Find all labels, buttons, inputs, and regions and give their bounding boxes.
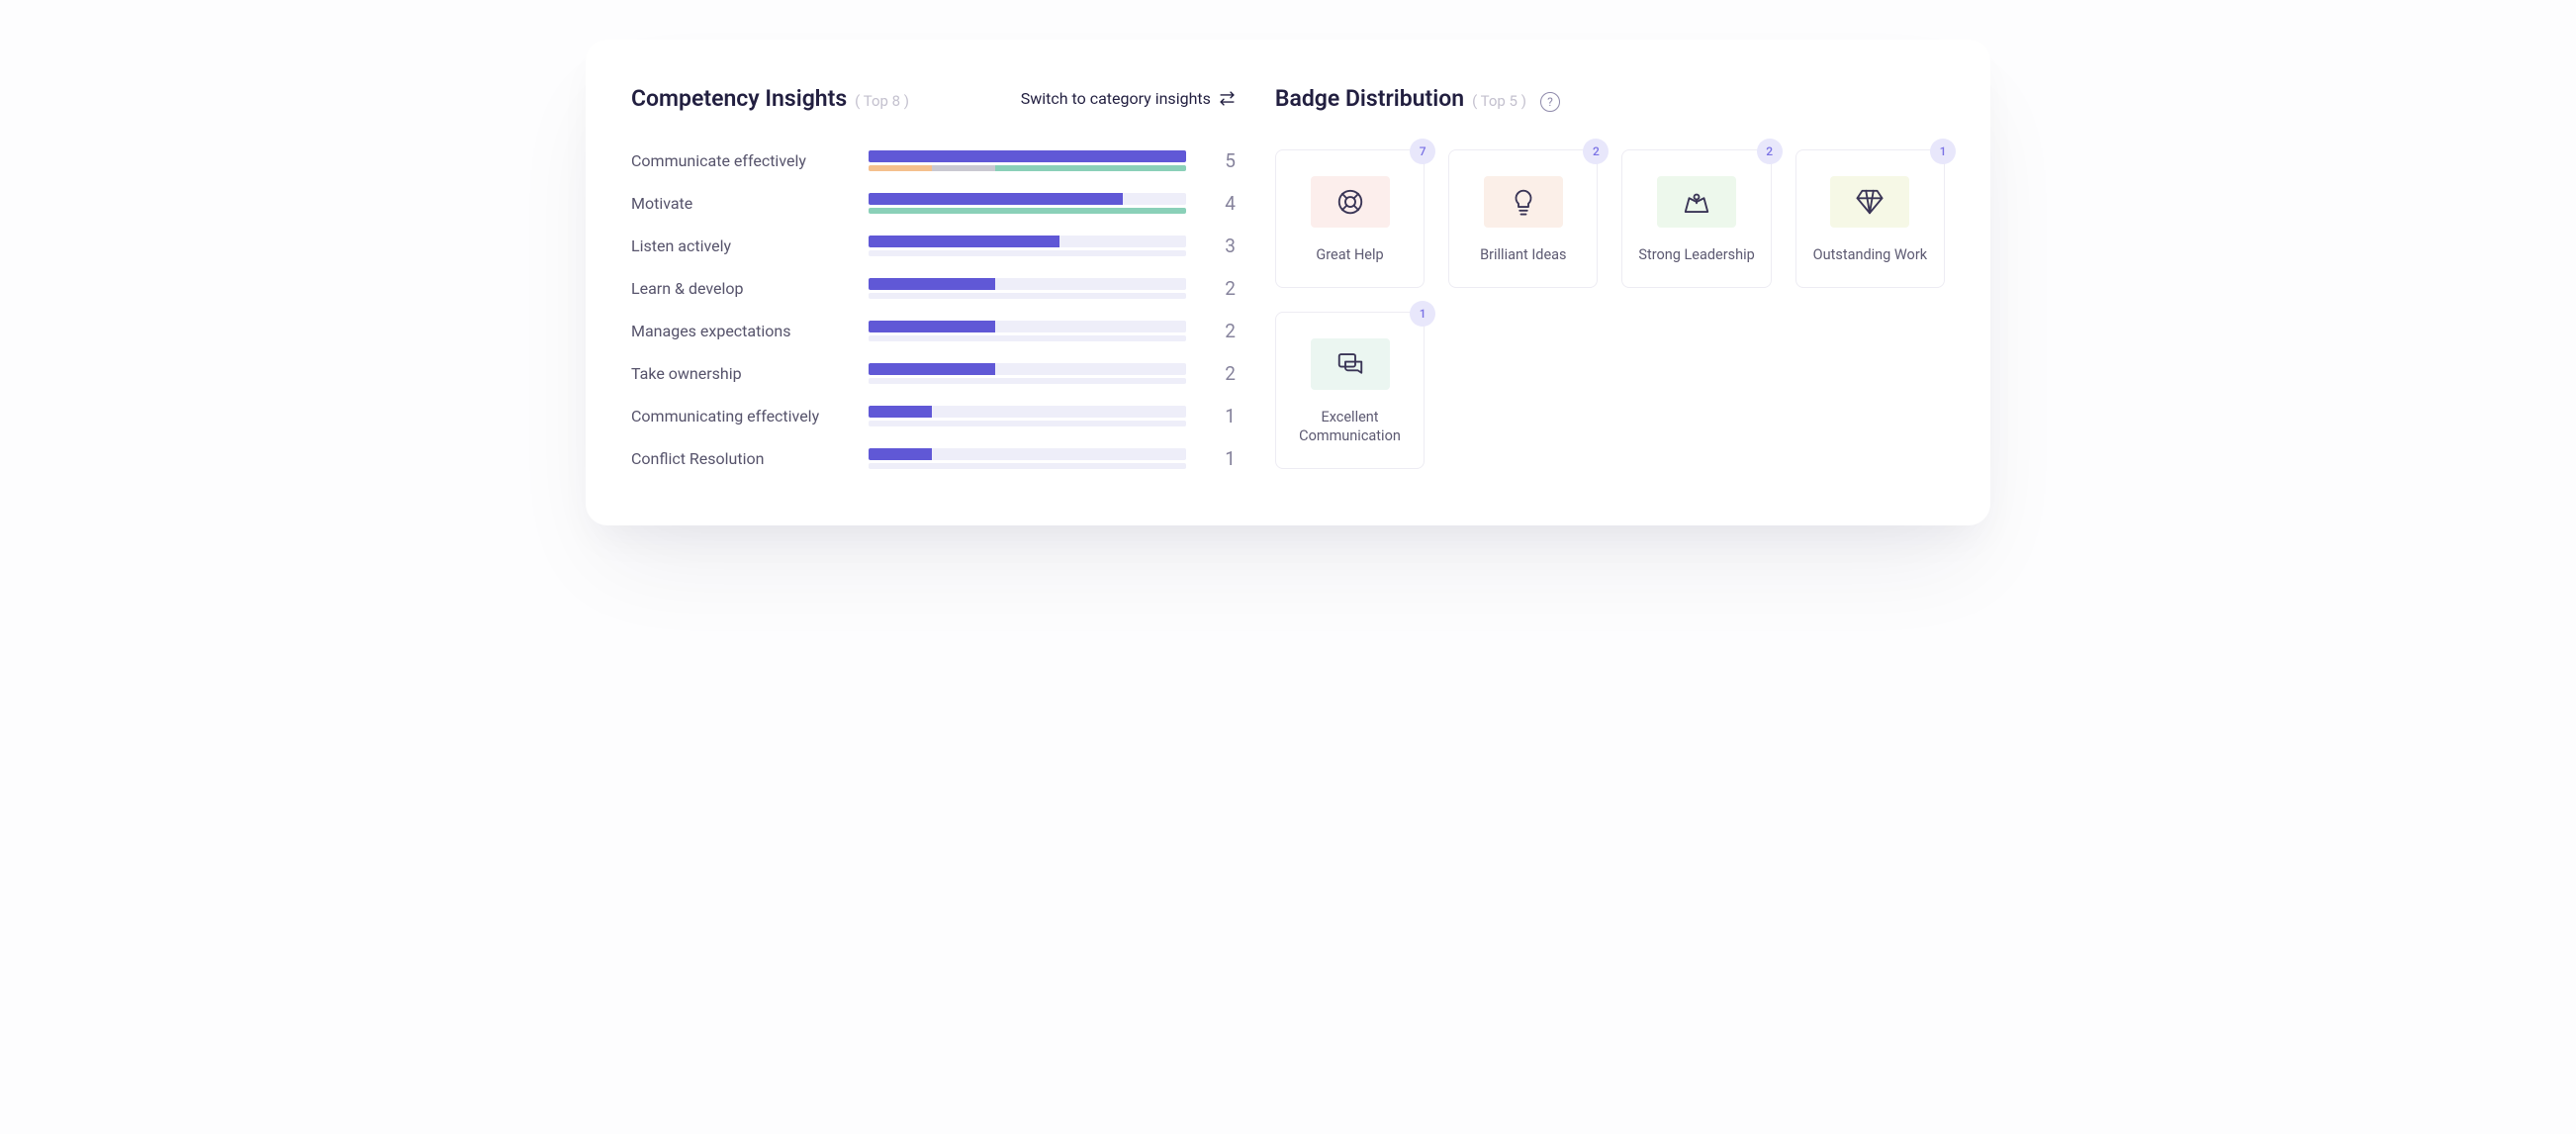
- badge-count: 7: [1410, 139, 1435, 164]
- badge-card[interactable]: 7Great Help: [1275, 149, 1425, 288]
- bulb-icon: [1484, 176, 1563, 228]
- badge-label: Outstanding Work: [1813, 245, 1927, 265]
- competency-bar-sub: [869, 165, 1186, 171]
- competency-bar-fill: [869, 448, 932, 460]
- competency-bar-fill: [869, 406, 932, 418]
- competency-bar-sub-seg: [932, 165, 995, 171]
- competency-row: Communicating effectively 1: [631, 405, 1236, 427]
- competency-title: Competency Insights: [631, 85, 847, 112]
- badge-count: 2: [1757, 139, 1783, 164]
- competency-bar-fill: [869, 321, 995, 332]
- badge-count: 1: [1930, 139, 1956, 164]
- competency-title-wrap: Competency Insights ( Top 8 ): [631, 85, 909, 112]
- competency-label: Conflict Resolution: [631, 449, 849, 468]
- badge-title-wrap: Badge Distribution ( Top 5 ) ?: [1275, 85, 1560, 112]
- competency-label: Take ownership: [631, 364, 849, 383]
- chat-icon: [1311, 338, 1390, 390]
- badge-grid: 7Great Help2Brilliant Ideas2Strong Leade…: [1275, 149, 1945, 469]
- badge-subtitle: ( Top 5 ): [1472, 92, 1526, 110]
- badge-count: 1: [1410, 301, 1435, 327]
- competency-value: 2: [1206, 320, 1236, 342]
- competency-bar-sub: [869, 378, 1186, 384]
- competency-bar-sub: [869, 293, 1186, 299]
- competency-bars: [869, 406, 1186, 426]
- badge-label: Strong Leadership: [1638, 245, 1754, 265]
- competency-row: Take ownership 2: [631, 362, 1236, 385]
- competency-value: 1: [1206, 405, 1236, 427]
- competency-bar-main: [869, 448, 1186, 460]
- competency-row: Communicate effectively 5: [631, 149, 1236, 172]
- badge-label: Brilliant Ideas: [1480, 245, 1566, 265]
- competency-subtitle: ( Top 8 ): [855, 92, 909, 110]
- diamond-icon: [1830, 176, 1909, 228]
- competency-bar-main: [869, 236, 1186, 247]
- help-icon[interactable]: ?: [1540, 92, 1560, 112]
- badge-header: Badge Distribution ( Top 5 ) ?: [1275, 85, 1945, 112]
- badge-card[interactable]: 1Excellent Communication: [1275, 312, 1425, 469]
- competency-bar-sub: [869, 421, 1186, 426]
- badge-label: Excellent Communication: [1290, 408, 1410, 446]
- competency-value: 5: [1206, 149, 1236, 172]
- competency-bar-main: [869, 150, 1186, 162]
- switch-insights-link[interactable]: Switch to category insights: [1021, 89, 1236, 108]
- competency-bar-fill: [869, 363, 995, 375]
- competency-row: Motivate 4: [631, 192, 1236, 215]
- competency-header: Competency Insights ( Top 8 ) Switch to …: [631, 85, 1236, 112]
- swap-icon: [1219, 90, 1236, 107]
- competency-bar-main: [869, 278, 1186, 290]
- competency-label: Manages expectations: [631, 322, 849, 340]
- competency-list: Communicate effectively 5 Motivate 4 Listen …: [631, 149, 1236, 470]
- badge-section: Badge Distribution ( Top 5 ) ? 7Great He…: [1275, 85, 1945, 470]
- competency-value: 1: [1206, 447, 1236, 470]
- competency-bars: [869, 236, 1186, 256]
- competency-label: Communicating effectively: [631, 407, 849, 425]
- competency-value: 4: [1206, 192, 1236, 215]
- competency-value: 2: [1206, 362, 1236, 385]
- badge-card[interactable]: 2Brilliant Ideas: [1448, 149, 1598, 288]
- competency-bars: [869, 193, 1186, 214]
- competency-bars: [869, 321, 1186, 341]
- competency-bar-fill: [869, 150, 1186, 162]
- competency-row: Learn & develop 2: [631, 277, 1236, 300]
- competency-bars: [869, 278, 1186, 299]
- competency-bars: [869, 150, 1186, 171]
- map-pin-icon: [1657, 176, 1736, 228]
- competency-bars: [869, 363, 1186, 384]
- competency-row: Listen actively 3: [631, 235, 1236, 257]
- lifebuoy-icon: [1311, 176, 1390, 228]
- competency-bar-sub: [869, 250, 1186, 256]
- competency-label: Motivate: [631, 194, 849, 213]
- badge-card[interactable]: 2Strong Leadership: [1621, 149, 1771, 288]
- badge-card[interactable]: 1Outstanding Work: [1795, 149, 1945, 288]
- competency-value: 3: [1206, 235, 1236, 257]
- competency-row: Conflict Resolution 1: [631, 447, 1236, 470]
- badge-count: 2: [1583, 139, 1609, 164]
- dashboard-card: Competency Insights ( Top 8 ) Switch to …: [586, 40, 1990, 525]
- competency-bar-fill: [869, 278, 995, 290]
- competency-bar-sub: [869, 335, 1186, 341]
- competency-label: Communicate effectively: [631, 151, 849, 170]
- competency-bar-main: [869, 193, 1186, 205]
- competency-bar-main: [869, 363, 1186, 375]
- competency-bar-sub: [869, 463, 1186, 469]
- competency-bars: [869, 448, 1186, 469]
- competency-bar-sub-seg: [869, 208, 1186, 214]
- competency-value: 2: [1206, 277, 1236, 300]
- competency-section: Competency Insights ( Top 8 ) Switch to …: [631, 85, 1236, 470]
- competency-bar-sub-seg: [995, 165, 1186, 171]
- badge-title: Badge Distribution: [1275, 85, 1464, 112]
- competency-bar-sub: [869, 208, 1186, 214]
- competency-bar-fill: [869, 236, 1059, 247]
- badge-label: Great Help: [1316, 245, 1383, 265]
- competency-bar-main: [869, 321, 1186, 332]
- competency-bar-main: [869, 406, 1186, 418]
- competency-row: Manages expectations 2: [631, 320, 1236, 342]
- competency-bar-sub-seg: [869, 165, 932, 171]
- competency-bar-fill: [869, 193, 1123, 205]
- competency-label: Learn & develop: [631, 279, 849, 298]
- competency-label: Listen actively: [631, 236, 849, 255]
- switch-insights-label: Switch to category insights: [1021, 89, 1211, 108]
